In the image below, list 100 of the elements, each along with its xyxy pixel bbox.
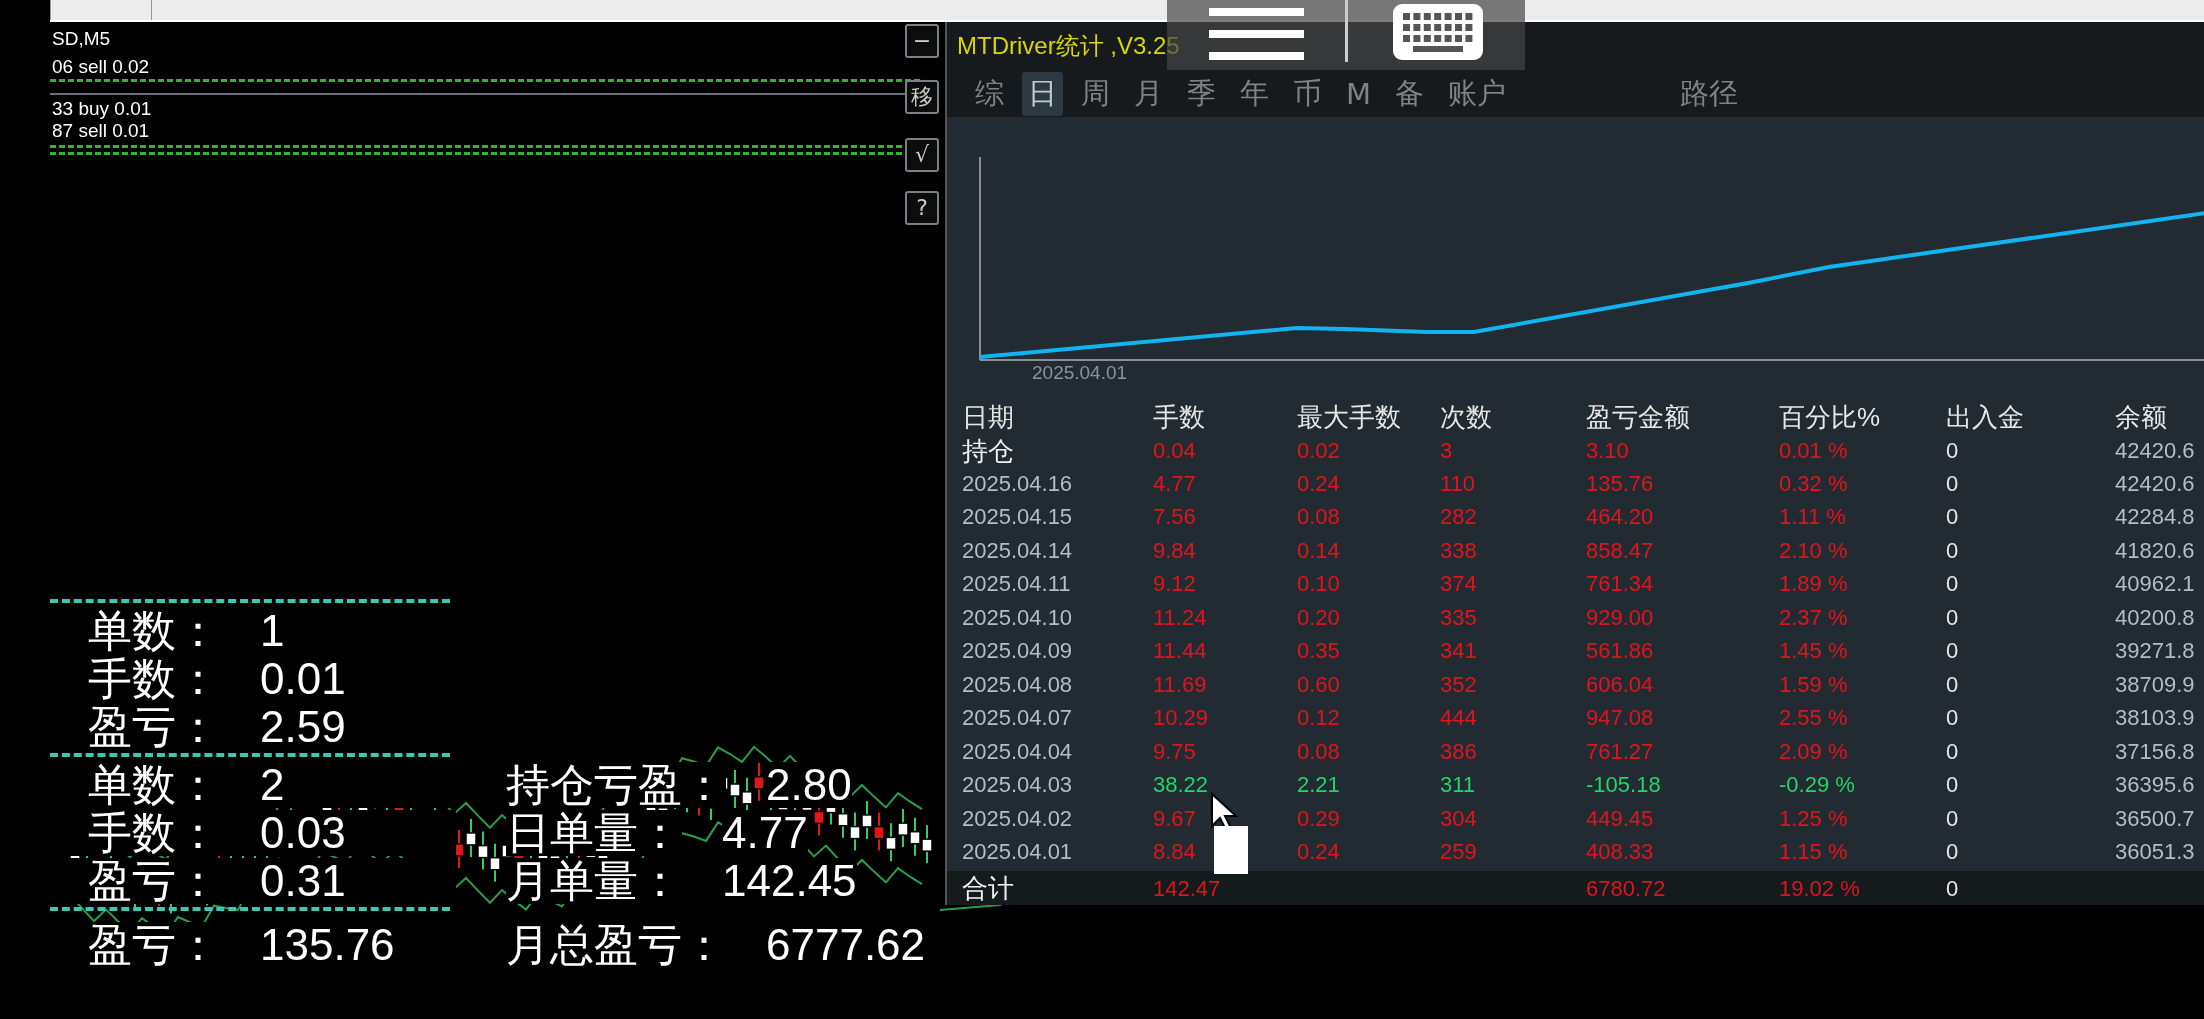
- table-cell: 311: [1440, 772, 1476, 799]
- table-cell: 2.21: [1297, 772, 1340, 799]
- table-cell: 1.59 %: [1779, 671, 1848, 698]
- table-cell: 0.04: [1153, 438, 1196, 464]
- chart-side-button[interactable]: 移: [905, 80, 939, 114]
- order-label: 87 sell 0.01: [52, 120, 150, 142]
- column-header: 余额: [2115, 401, 2167, 434]
- table-cell: 11.69: [1153, 671, 1207, 698]
- period-tab[interactable]: 综: [969, 71, 1010, 116]
- column-header: 出入金: [1946, 401, 2024, 434]
- table-cell: 386: [1440, 738, 1477, 765]
- table-cell: 0.60: [1297, 671, 1340, 698]
- table-cell: 2025.04.01: [962, 839, 1073, 866]
- panel-title: MTDriver统计 ,V3.25: [957, 31, 1180, 62]
- table-cell: 36051.3: [2115, 839, 2195, 866]
- column-header: 最大手数: [1297, 401, 1401, 434]
- table-cell: 0: [1946, 504, 1959, 531]
- table-cell: 374: [1440, 571, 1477, 598]
- table-cell: 6780.72: [1586, 875, 1666, 902]
- table-cell: 1.89 %: [1779, 571, 1848, 598]
- table-cell: 338: [1440, 537, 1477, 564]
- table-cell: 0.01 %: [1779, 438, 1848, 464]
- table-cell: 9.84: [1153, 537, 1196, 564]
- table-cell-text: 持仓: [962, 434, 1014, 468]
- table-cell: 38.22: [1153, 772, 1209, 799]
- table-cell: 3.10: [1586, 438, 1629, 464]
- table-cell: 42284.8: [2115, 504, 2195, 531]
- axis-date-label: 2025.04.01: [1032, 362, 1128, 384]
- table-cell: 39271.8: [2115, 638, 2195, 665]
- table-cell: 1.45 %: [1779, 638, 1848, 665]
- period-tab[interactable]: 月: [1128, 71, 1169, 116]
- table-cell: 0: [1946, 839, 1959, 866]
- table-cell: 0: [1946, 772, 1959, 799]
- table-cell: 947.08: [1586, 705, 1654, 732]
- table-cell: 408.33: [1586, 839, 1654, 866]
- table-cell: 38103.9: [2115, 705, 2195, 732]
- period-tab[interactable]: 币: [1287, 71, 1328, 116]
- table-cell: 259: [1440, 839, 1477, 866]
- table-cell: 42420.6: [2115, 438, 2195, 464]
- table-cell: 0: [1946, 604, 1959, 631]
- path-tab[interactable]: 路径: [1674, 71, 1745, 116]
- table-cell: 464.20: [1586, 504, 1654, 531]
- period-tab[interactable]: 日: [1022, 71, 1063, 116]
- column-header: 日期: [962, 401, 1014, 434]
- table-cell: 0.10: [1297, 571, 1340, 598]
- table-cell: 9.67: [1153, 805, 1196, 832]
- table-cell: 2.37 %: [1779, 604, 1848, 631]
- table-cell: 1.11 %: [1779, 504, 1846, 531]
- table-cell: 40962.1: [2115, 571, 2195, 598]
- table-cell: 2025.04.07: [962, 705, 1073, 732]
- table-cell: 606.04: [1586, 671, 1654, 698]
- table-cell: 0: [1946, 438, 1959, 464]
- table-cell: 0.32 %: [1779, 470, 1848, 497]
- table-cell: 0: [1946, 875, 1959, 902]
- table-cell: 0.29: [1297, 805, 1340, 832]
- period-tab[interactable]: 备: [1389, 71, 1431, 116]
- table-cell: -105.18: [1586, 772, 1661, 799]
- table-cell: 444: [1440, 705, 1477, 732]
- table-cell: 0: [1946, 638, 1959, 665]
- table-cell: 41820.6: [2115, 537, 2195, 564]
- table-cell: 2025.04.10: [962, 604, 1073, 631]
- table-cell: 11.24: [1153, 604, 1207, 631]
- table-cell: 858.47: [1586, 537, 1654, 564]
- table-cell: 335: [1440, 604, 1477, 631]
- column-header: 盈亏金额: [1586, 401, 1690, 434]
- table-cell: 0.24: [1297, 839, 1340, 866]
- table-cell: 9.12: [1153, 571, 1196, 598]
- table-cell: 8.84: [1153, 839, 1196, 866]
- period-tab[interactable]: 周: [1075, 71, 1116, 116]
- column-header: 百分比%: [1779, 401, 1881, 434]
- table-cell: 2025.04.09: [962, 638, 1073, 665]
- table-cell: 2025.04.11: [962, 571, 1071, 598]
- chart-side-button[interactable]: −: [905, 24, 939, 58]
- period-tab[interactable]: 账户: [1442, 71, 1513, 116]
- blank-popup: [1214, 826, 1248, 874]
- table-cell: 9.75: [1153, 738, 1196, 765]
- menu-icon[interactable]: [1209, 8, 1304, 60]
- order-label: 06 sell 0.02: [52, 56, 150, 78]
- table-cell: 142.47: [1153, 875, 1221, 902]
- table-cell: 2025.04.16: [962, 470, 1073, 497]
- table-cell: 0.14: [1297, 537, 1340, 564]
- stat-label: 日单量：: [506, 810, 682, 856]
- period-tab[interactable]: 年: [1234, 71, 1275, 116]
- keyboard-icon[interactable]: [1393, 4, 1483, 60]
- table-cell: 2025.04.03: [962, 772, 1073, 799]
- chart-side-button[interactable]: ?: [905, 191, 939, 225]
- table-cell: 2.55 %: [1779, 705, 1848, 732]
- table-cell: 304: [1440, 805, 1477, 832]
- period-tab[interactable]: 季: [1181, 71, 1222, 116]
- table-cell: 42420.6: [2115, 470, 2195, 497]
- table-cell: 1.15 %: [1779, 839, 1848, 866]
- stat-label: 持仓亏盈：: [506, 762, 726, 808]
- table-cell: 11.44: [1153, 638, 1207, 665]
- chart-symbol: SD,M5: [52, 28, 111, 50]
- table-cell: 929.00: [1586, 604, 1654, 631]
- table-cell: 0.24: [1297, 470, 1340, 497]
- table-cell: 2025.04.08: [962, 671, 1073, 698]
- stat-value: 2.80: [766, 762, 852, 808]
- chart-side-button[interactable]: √: [905, 138, 939, 172]
- period-tab[interactable]: M: [1340, 74, 1378, 113]
